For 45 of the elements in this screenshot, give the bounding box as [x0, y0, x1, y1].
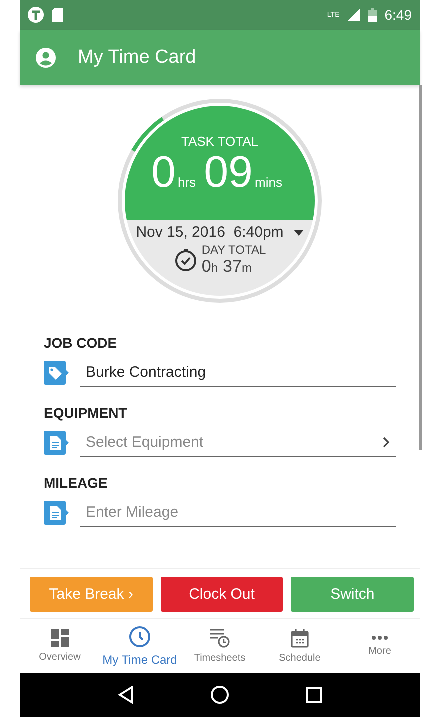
day-hours-value: 0	[202, 257, 212, 277]
action-button[interactable]: Switch	[291, 577, 414, 612]
input-field[interactable]: Enter Mileage	[80, 499, 396, 527]
action-button[interactable]: Clock Out	[160, 577, 284, 612]
day-total-label: DAY TOTAL	[202, 243, 266, 257]
clock-time: 6:49	[384, 7, 412, 23]
input-field[interactable]: Burke Contracting	[80, 359, 396, 387]
hours-value: 0	[152, 151, 176, 195]
nav-tab[interactable]: My Time Card	[100, 619, 180, 673]
account-icon[interactable]	[36, 48, 56, 68]
minutes-unit: mins	[255, 175, 282, 190]
day-hours-unit: h	[211, 261, 218, 275]
input-field[interactable]: Select Equipment	[80, 429, 396, 457]
field-label: JOB CODE	[44, 335, 118, 351]
chevron-right-icon	[383, 437, 390, 448]
minutes-value: 09	[204, 151, 254, 195]
battery-icon	[368, 8, 377, 22]
tag-icon	[44, 361, 70, 385]
field-label: MILEAGE	[44, 475, 109, 491]
clock-icon	[129, 626, 151, 648]
sd-card-icon	[52, 8, 63, 22]
recents-icon[interactable]	[306, 687, 322, 703]
home-icon[interactable]	[210, 686, 229, 704]
more-icon	[371, 635, 389, 641]
nav-tab[interactable]: Schedule	[260, 619, 340, 673]
task-total-label: TASK TOTAL	[181, 134, 259, 149]
nav-tab[interactable]: More	[340, 619, 420, 673]
screen-title: My Time Card	[78, 46, 196, 68]
day-minutes-value: 37	[223, 257, 242, 277]
back-icon[interactable]	[118, 686, 134, 704]
calendar-icon	[291, 628, 309, 648]
dropdown-caret-icon[interactable]	[294, 230, 304, 236]
nav-tab[interactable]: Timesheets	[180, 619, 260, 673]
signal-icon	[348, 9, 360, 21]
day-minutes-unit: m	[242, 261, 252, 275]
timesheet-icon	[210, 628, 230, 648]
stopwatch-icon	[174, 248, 198, 272]
nav-tab[interactable]: Overview	[20, 619, 100, 673]
document-icon	[44, 501, 70, 525]
hours-unit: hrs	[178, 175, 196, 190]
document-icon	[44, 431, 70, 455]
dashboard-icon	[51, 629, 69, 647]
field-label: EQUIPMENT	[44, 405, 128, 421]
date-time[interactable]: Nov 15, 2016 6:40pm	[136, 224, 284, 241]
app-notification-icon	[28, 7, 44, 23]
